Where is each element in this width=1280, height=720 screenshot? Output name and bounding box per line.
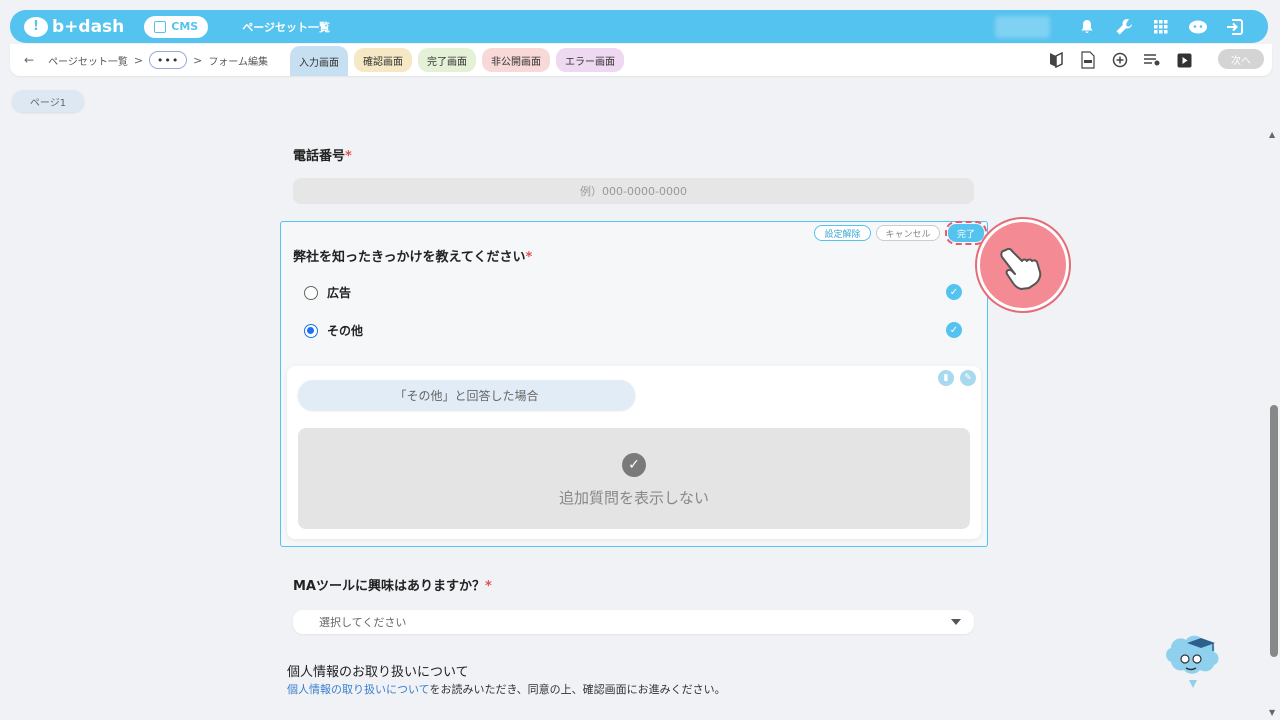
phone-input[interactable]: 例）000-0000-0000 <box>293 178 974 204</box>
privacy-link[interactable]: 個人情報の取り扱いについて <box>287 683 429 696</box>
screen-tabs: 入力画面 確認画面 完了画面 非公開画面 エラー画面 <box>290 44 625 76</box>
phone-placeholder: 例）000-0000-0000 <box>580 185 687 198</box>
check-circle-icon[interactable]: ✓ <box>946 284 962 300</box>
delete-icon[interactable]: ▮ <box>938 370 954 386</box>
privacy-text: 個人情報の取り扱いについてをお読みいただき、同意の上、確認画面にお進みください。 <box>287 681 726 697</box>
tab-private-screen[interactable]: 非公開画面 <box>482 48 551 72</box>
user-info-blurred <box>995 16 1050 38</box>
privacy-body: をお読みいただき、同意の上、確認画面にお進みください。 <box>429 683 726 696</box>
breadcrumb-bar: ← ページセット一覧 > ••• > フォーム編集 入力画面 確認画面 完了画面… <box>10 44 1272 76</box>
next-button[interactable]: 次へ <box>1218 49 1264 69</box>
list-settings-icon[interactable] <box>1142 50 1162 70</box>
wrench-icon[interactable] <box>1113 16 1135 38</box>
assistant-icon[interactable] <box>1187 16 1209 38</box>
tab-input-screen[interactable]: 入力画面 <box>290 46 349 76</box>
breadcrumb-page-set-list[interactable]: ページセット一覧 <box>48 53 128 68</box>
breadcrumb-form-edit: フォーム編集 <box>208 56 269 68</box>
phone-label-text: 電話番号 <box>293 149 346 164</box>
source-question-label: 弊社を知ったきっかけを教えてください* <box>293 246 532 265</box>
tab-confirm-screen[interactable]: 確認画面 <box>354 48 413 72</box>
ma-tool-label: MAツールに興味はありますか？* <box>293 575 492 594</box>
add-circle-icon[interactable] <box>1110 50 1130 70</box>
check-circle-icon[interactable]: ✓ <box>946 322 962 338</box>
edit-icon <box>154 20 167 33</box>
radio-option-ad[interactable]: 広告 <box>304 284 351 301</box>
logout-icon[interactable] <box>1224 16 1246 38</box>
radio-button[interactable] <box>304 285 318 300</box>
source-question-text: 弊社を知ったきっかけを教えてください <box>293 250 526 265</box>
cms-label: CMS <box>171 20 199 33</box>
page-tab[interactable]: ページ1 <box>12 90 84 112</box>
top-navbar: ! b+dash CMS ページセット一覧 <box>10 10 1268 43</box>
logo-text: b+dash <box>52 16 125 37</box>
unset-button[interactable]: 設定解除 <box>814 225 871 241</box>
condition-label: 「その他」と回答した場合 <box>298 380 635 410</box>
select-placeholder: 選択してください <box>319 616 407 629</box>
scrollbar-thumb[interactable] <box>1270 405 1278 657</box>
bell-icon[interactable] <box>1076 16 1098 38</box>
beginner-icon[interactable] <box>1046 50 1066 70</box>
scroll-up-arrow-icon[interactable]: ▲ <box>1269 130 1275 139</box>
html-file-icon[interactable] <box>1078 50 1098 70</box>
ma-tool-select[interactable]: 選択してください <box>293 610 974 634</box>
breadcrumb-more-button[interactable]: ••• <box>149 51 188 69</box>
breadcrumb-separator: > <box>133 53 144 67</box>
grid-icon[interactable] <box>1150 16 1172 38</box>
radio-option-label: 広告 <box>327 286 352 300</box>
play-icon[interactable] <box>1174 50 1194 70</box>
ma-tool-label-text: MAツールに興味はありますか？ <box>293 579 485 594</box>
check-circle-icon: ✓ <box>622 453 646 477</box>
logo-bubble-icon: ! <box>24 16 48 37</box>
radio-button-selected[interactable] <box>304 323 318 338</box>
required-mark: * <box>345 149 352 164</box>
radio-option-other[interactable]: その他 <box>304 322 363 339</box>
tab-complete-screen[interactable]: 完了画面 <box>418 48 477 72</box>
required-mark: * <box>525 250 533 265</box>
back-arrow-icon[interactable]: ← <box>24 53 34 67</box>
phone-label: 電話番号* <box>293 145 352 164</box>
radio-option-label: その他 <box>327 324 364 338</box>
privacy-title: 個人情報のお取り扱いについて <box>287 665 469 680</box>
done-button[interactable]: 完了 <box>945 221 987 245</box>
scroll-down-arrow-icon[interactable]: ▼ <box>1269 708 1275 717</box>
pointing-hand-icon <box>977 219 1069 311</box>
no-followup-label: 追加質問を表示しない <box>558 489 709 507</box>
logo[interactable]: ! b+dash <box>24 16 125 37</box>
assistant-mascot-icon[interactable] <box>1161 626 1225 688</box>
dropdown-arrow-icon[interactable] <box>951 619 961 625</box>
edit-icon[interactable]: ✎ <box>960 370 976 386</box>
cancel-button[interactable]: キャンセル <box>876 225 940 241</box>
breadcrumb-separator: > <box>193 53 203 67</box>
tab-error-screen[interactable]: エラー画面 <box>556 48 625 72</box>
header-title[interactable]: ページセット一覧 <box>242 19 330 35</box>
no-followup-option[interactable] <box>298 428 970 529</box>
required-mark: * <box>485 579 492 594</box>
cms-button[interactable]: CMS <box>144 15 209 38</box>
